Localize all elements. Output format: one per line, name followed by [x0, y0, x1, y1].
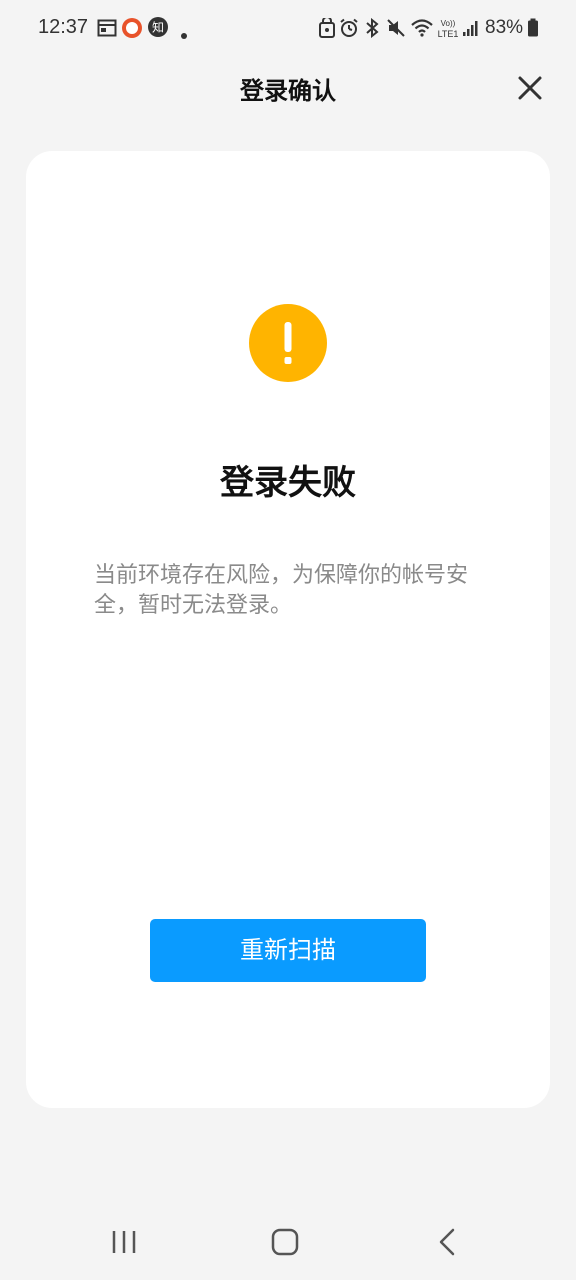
- battery-icon: [527, 18, 539, 42]
- dot-icon: [180, 25, 188, 44]
- mute-icon: [386, 18, 406, 42]
- page-title: 登录确认: [240, 77, 336, 105]
- back-icon: [439, 1228, 455, 1256]
- back-button[interactable]: [428, 1222, 468, 1262]
- volte-icon: Vo)) LTE1: [436, 18, 460, 44]
- home-button[interactable]: [266, 1222, 306, 1262]
- result-title: 登录失败: [220, 463, 356, 503]
- close-icon: [518, 76, 542, 100]
- battery-percent: 83%: [485, 17, 524, 38]
- rescan-button[interactable]: 重新扫描: [150, 919, 426, 982]
- status-time: 12:37: [38, 16, 89, 38]
- wifi-icon: [410, 18, 434, 42]
- status-bar: 12:37 知 Vo)) LTE1 83%: [0, 0, 576, 58]
- home-icon: [271, 1228, 299, 1256]
- recent-apps-icon: [112, 1231, 136, 1253]
- screen: 12:37 知 Vo)) LTE1 83% 登录确认 登录失败 当前环境存在风险…: [0, 0, 576, 1280]
- zhihu-icon: 知: [148, 17, 168, 41]
- svg-text:知: 知: [152, 21, 164, 35]
- svg-text:LTE1: LTE1: [438, 29, 459, 39]
- title-bar: 登录确认: [0, 58, 576, 120]
- result-message: 当前环境存在风险，为保障你的帐号安全，暂时无法登录。: [94, 563, 469, 618]
- alarm-icon: [339, 18, 359, 42]
- result-card: 登录失败 当前环境存在风险，为保障你的帐号安全，暂时无法登录。 重新扫描: [26, 151, 550, 1108]
- system-nav-bar: [0, 1206, 576, 1280]
- bluetooth-icon: [364, 17, 380, 42]
- ring-app-icon: [121, 17, 143, 43]
- svg-text:Vo)): Vo)): [441, 19, 456, 28]
- signal-icon: [462, 18, 480, 42]
- recent-apps-button[interactable]: [104, 1222, 144, 1262]
- close-button[interactable]: [510, 68, 550, 108]
- warning-icon: [249, 304, 327, 382]
- photo-lock-icon: [319, 16, 335, 42]
- calendar-icon: [97, 18, 117, 42]
